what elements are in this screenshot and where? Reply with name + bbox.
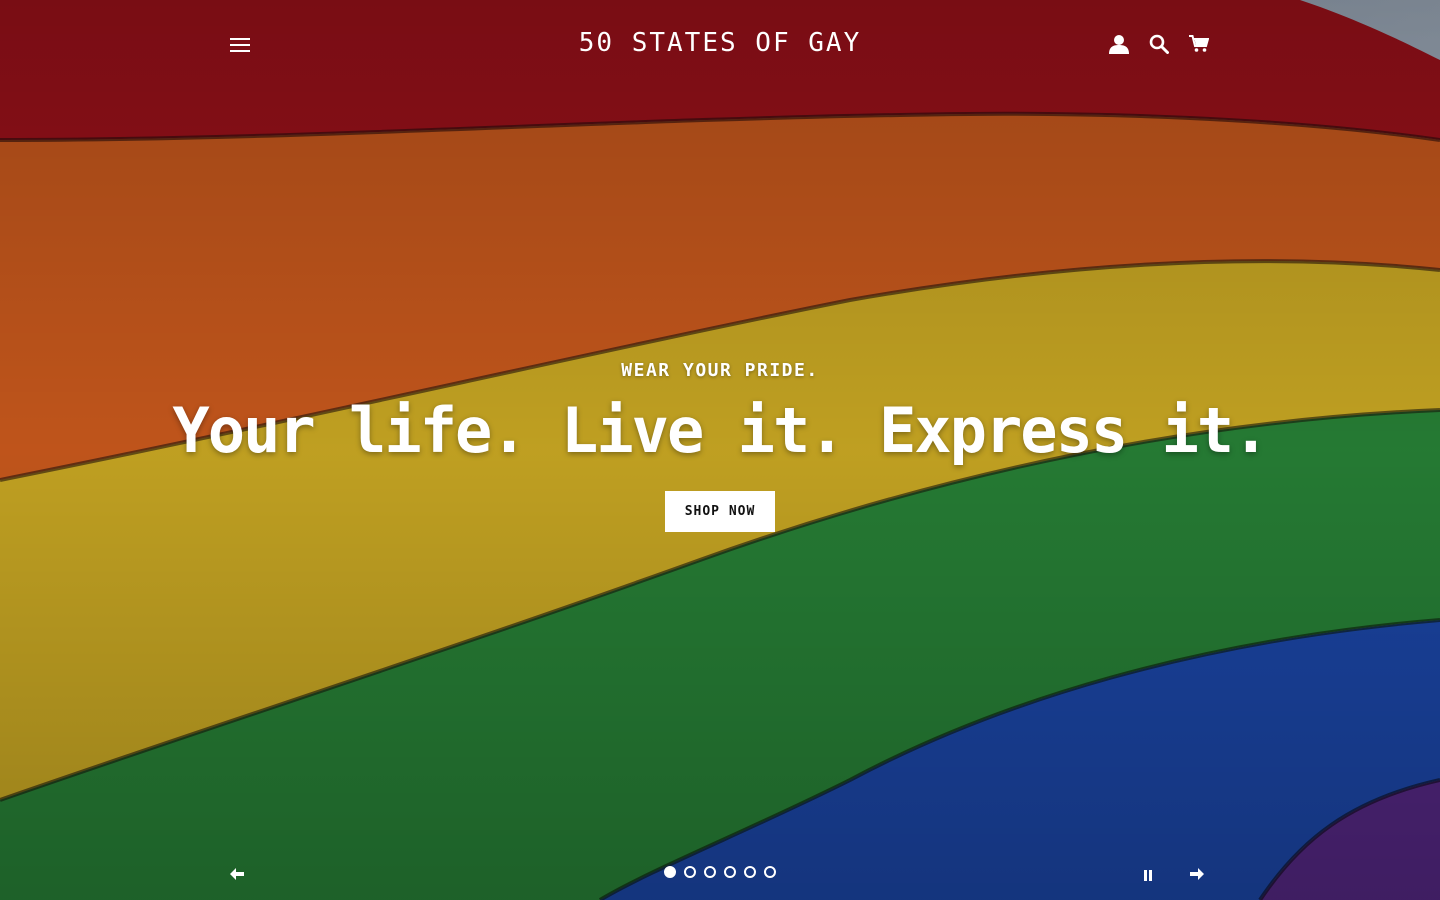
slide-subtitle: WEAR YOUR PRIDE. [621,360,819,381]
arrow-right-icon [1190,868,1204,880]
cart-icon [1189,35,1209,52]
slide-content: WEAR YOUR PRIDE. Your life. Live it. Exp… [0,360,1440,532]
site-nav-button[interactable] [222,28,258,64]
slide-title: Your life. Live it. Express it. [172,394,1269,467]
search-button[interactable] [1146,30,1172,58]
next-slide-button[interactable] [1182,860,1212,888]
site-logo[interactable]: 50 STATES OF GAY [420,28,1020,58]
slide-dots [0,866,1440,878]
shop-now-button[interactable]: SHOP NOW [664,491,776,532]
slideshow-controls [0,856,1440,892]
slide-dot-5[interactable] [744,866,756,878]
pause-slideshow-button[interactable] [1136,862,1160,888]
slide-dot-6[interactable] [764,866,776,878]
search-icon [1149,34,1169,54]
cart-button[interactable] [1186,30,1212,58]
pause-icon [1144,869,1152,881]
account-icon [1109,35,1129,54]
slide-dot-1[interactable] [664,866,676,878]
hero-slideshow: 50 STATES OF GAY WEAR YOUR PRIDE. Your l… [0,0,1440,900]
site-header: 50 STATES OF GAY [0,0,1440,90]
menu-icon [230,37,250,52]
slide-dot-2[interactable] [684,866,696,878]
header-actions [1106,30,1212,58]
slide-dot-3[interactable] [704,866,716,878]
slide-dot-4[interactable] [724,866,736,878]
account-button[interactable] [1106,30,1132,58]
